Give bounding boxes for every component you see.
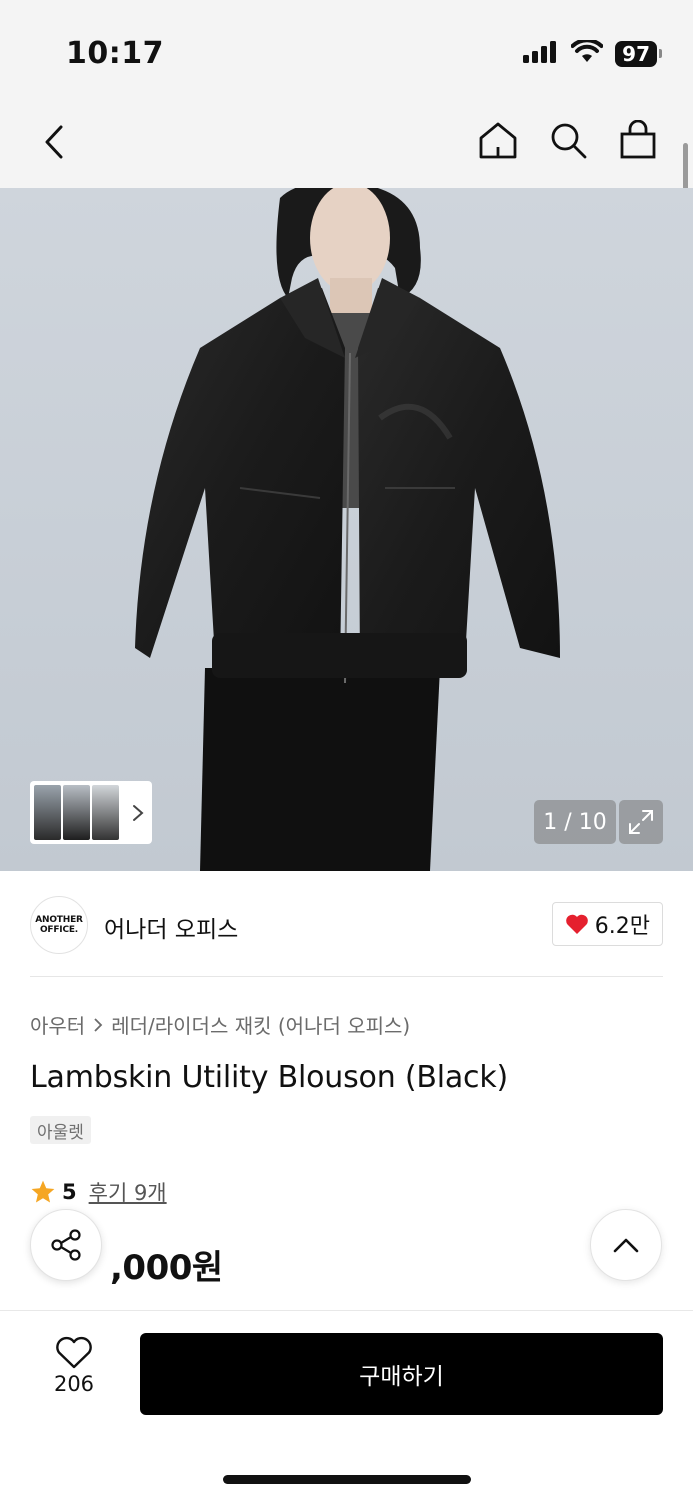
buy-button[interactable]: 구매하기 xyxy=(140,1333,663,1415)
brand-name[interactable]: 어나더 오피스 xyxy=(104,910,238,944)
status-bar: 10:17 97 xyxy=(0,0,693,100)
home-indicator xyxy=(223,1475,471,1484)
wifi-icon xyxy=(570,38,604,68)
brand-logo-line2: OFFICE. xyxy=(39,925,79,935)
nav-actions xyxy=(477,118,659,162)
image-page-counter: 1 / 10 xyxy=(534,800,616,844)
home-icon xyxy=(479,122,517,159)
search-icon xyxy=(551,123,587,159)
shopping-bag-icon xyxy=(620,120,656,159)
bottom-bar-divider xyxy=(0,1310,693,1311)
brand-logo[interactable]: ANOTHER OFFICE. xyxy=(30,896,88,954)
status-indicators: 97 xyxy=(523,38,662,68)
breadcrumb-subcategory[interactable]: 레더/라이더스 재킷 (어나더 오피스) xyxy=(111,1010,410,1039)
product-title: Lambskin Utility Blouson (Black) xyxy=(30,1060,509,1095)
divider xyxy=(30,976,663,977)
outlet-tag: 아울렛 xyxy=(30,1116,91,1144)
brand-like-button[interactable]: 6.2만 xyxy=(551,902,663,946)
rating-score: 5 xyxy=(62,1180,77,1204)
price-text: ,000원 xyxy=(110,1248,223,1288)
chevron-left-icon xyxy=(45,125,63,159)
top-nav-bar xyxy=(0,100,693,188)
home-button[interactable] xyxy=(477,118,519,162)
scroll-top-button[interactable] xyxy=(590,1209,662,1281)
star-icon xyxy=(31,1180,55,1203)
brand-like-count: 6.2만 xyxy=(594,914,650,939)
breadcrumb-category[interactable]: 아우터 xyxy=(30,1010,85,1039)
heart-outline-icon xyxy=(56,1336,92,1369)
brand-row[interactable]: ANOTHER OFFICE. 어나더 오피스 6.2만 xyxy=(30,894,663,956)
battery-icon: 97 xyxy=(615,41,662,67)
chevron-right-icon xyxy=(94,1017,103,1032)
back-button[interactable] xyxy=(34,120,74,164)
status-time: 10:17 xyxy=(66,36,164,71)
thumbnail-image[interactable] xyxy=(62,785,90,840)
share-icon xyxy=(51,1229,81,1261)
rating-row: 5 후기 9개 xyxy=(30,1177,167,1207)
thumbnail-strip[interactable] xyxy=(30,781,152,844)
thumbnail-image[interactable] xyxy=(91,785,119,840)
share-button[interactable] xyxy=(30,1209,102,1281)
chevron-right-icon[interactable] xyxy=(129,803,148,823)
product-photo xyxy=(135,188,560,871)
wishlist-button[interactable]: 206 xyxy=(34,1336,114,1396)
wishlist-count: 206 xyxy=(53,1372,95,1396)
heart-filled-icon xyxy=(565,914,588,934)
product-image-gallery[interactable]: 1 / 10 xyxy=(0,188,693,871)
cart-button[interactable] xyxy=(617,118,659,162)
brand-logo-line1: ANOTHER xyxy=(35,915,83,925)
thumbnail-image[interactable] xyxy=(34,785,61,840)
review-link[interactable]: 후기 9개 xyxy=(89,1177,167,1207)
search-button[interactable] xyxy=(547,118,589,162)
expand-icon xyxy=(629,810,653,834)
chevron-up-icon xyxy=(613,1238,639,1253)
signal-icon xyxy=(523,41,559,67)
expand-button[interactable] xyxy=(619,800,663,844)
breadcrumb: 아우터 레더/라이더스 재킷 (어나더 오피스) xyxy=(30,1010,410,1039)
